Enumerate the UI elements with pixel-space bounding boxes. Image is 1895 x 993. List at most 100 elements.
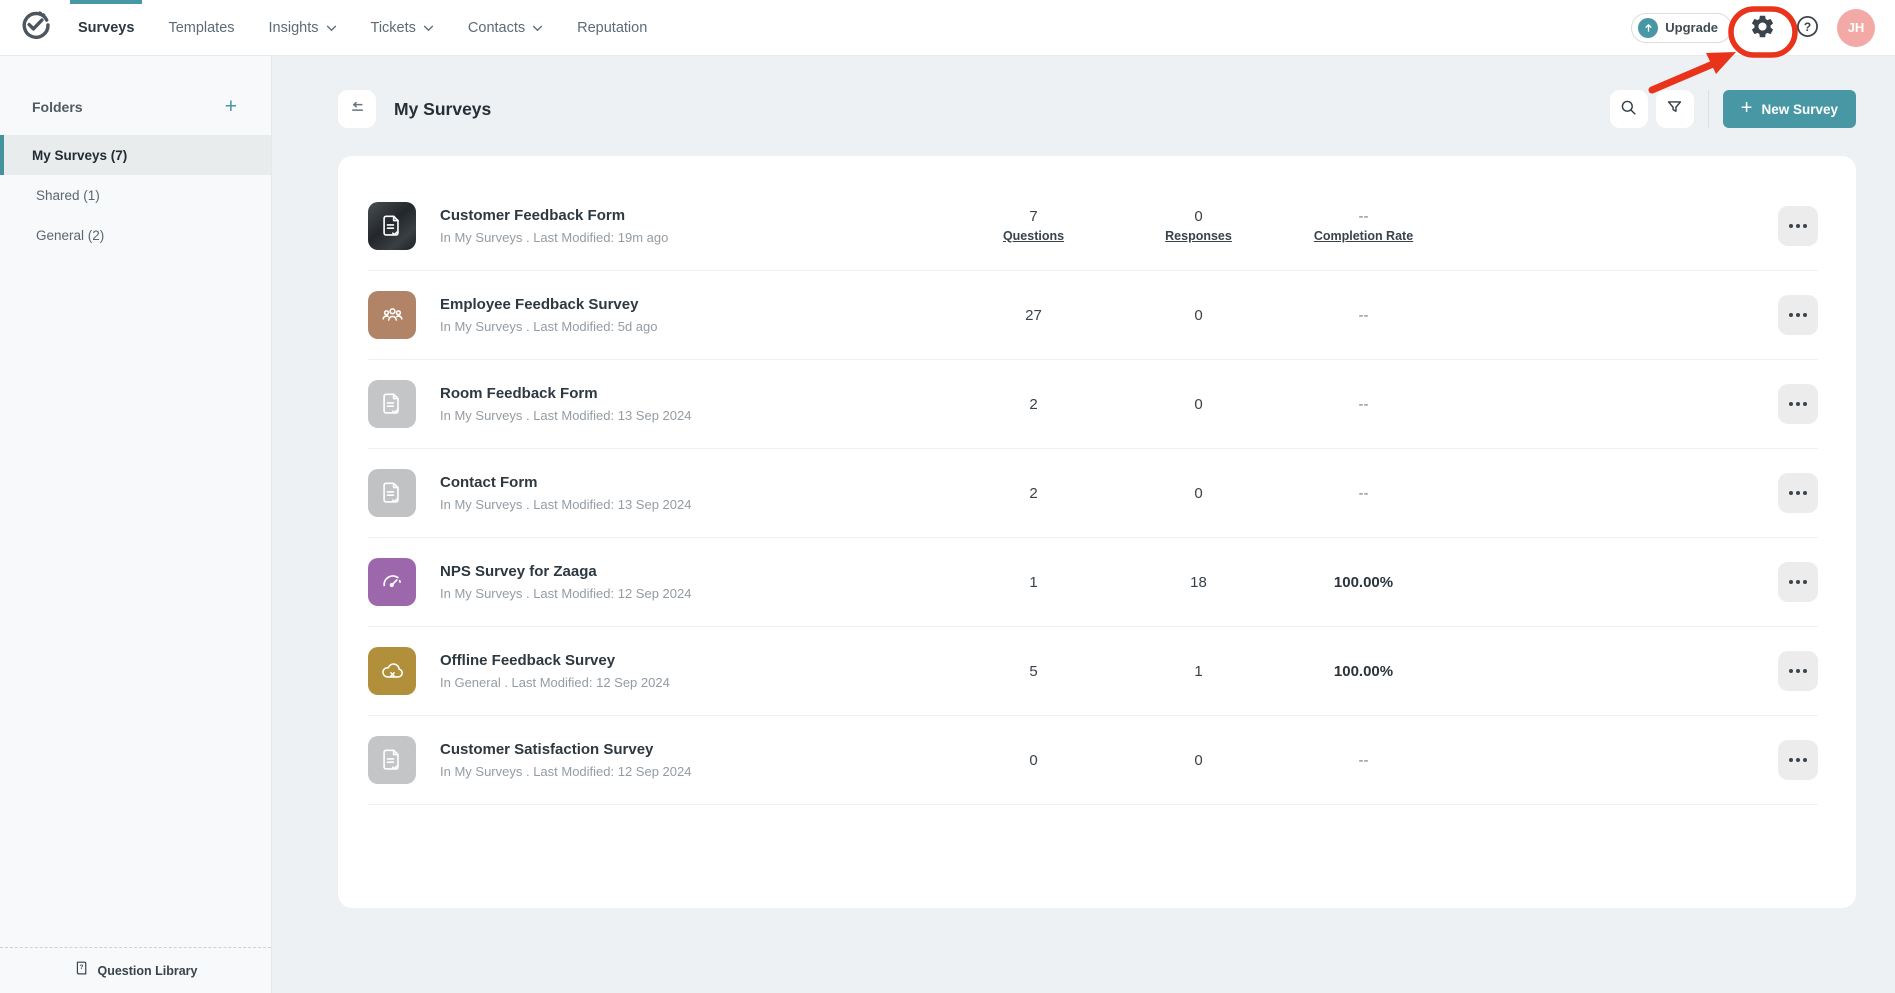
- survey-meta: In My Surveys . Last Modified: 13 Sep 20…: [440, 497, 951, 512]
- survey-thumbnail[interactable]: [368, 558, 416, 606]
- nav-item-label: Templates: [168, 20, 234, 36]
- top-nav: Surveys Templates Insights Tickets Contacts R…: [0, 0, 1895, 56]
- ellipsis-icon: [1803, 758, 1807, 762]
- sidebar-item-my-surveys-7[interactable]: My Surveys (7): [0, 135, 271, 175]
- svg-text:?: ?: [80, 963, 84, 970]
- survey-meta: In My Surveys . Last Modified: 5d ago: [440, 319, 951, 334]
- table-row: Offline Feedback Survey In General . Last…: [368, 627, 1818, 716]
- brand-logo[interactable]: [0, 7, 70, 48]
- filter-button[interactable]: [1656, 90, 1694, 128]
- survey-title[interactable]: Contact Form: [440, 474, 951, 491]
- completion-rate: --: [1281, 307, 1446, 324]
- document-icon: [379, 391, 405, 417]
- ellipsis-icon: [1803, 313, 1807, 317]
- chevron-down-icon: [326, 25, 337, 32]
- sidebar-item-shared-1[interactable]: Shared (1): [0, 175, 271, 215]
- top-nav-items: Surveys Templates Insights Tickets Contacts R…: [76, 0, 649, 56]
- row-menu-button[interactable]: [1778, 651, 1818, 691]
- book-icon: ?: [73, 960, 90, 982]
- responses-label[interactable]: Responses: [1165, 229, 1232, 243]
- row-menu-button[interactable]: [1778, 206, 1818, 246]
- survey-meta: In My Surveys . Last Modified: 19m ago: [440, 230, 951, 245]
- ellipsis-icon: [1796, 580, 1800, 584]
- survey-thumbnail[interactable]: [368, 647, 416, 695]
- nav-item-label: Contacts: [468, 20, 525, 36]
- survey-meta: In My Surveys . Last Modified: 12 Sep 20…: [440, 764, 951, 779]
- nav-item-reputation[interactable]: Reputation: [575, 0, 649, 56]
- ellipsis-icon: [1803, 669, 1807, 673]
- survey-thumbnail[interactable]: [368, 202, 416, 250]
- responses-count: 0: [1116, 307, 1281, 324]
- top-nav-right: Upgrade ? JH: [1631, 9, 1895, 47]
- row-menu-button[interactable]: [1778, 473, 1818, 513]
- completion-rate: --: [1281, 752, 1446, 769]
- ellipsis-icon: [1789, 491, 1793, 495]
- surveys-table: Customer Feedback Form In My Surveys . La…: [338, 156, 1856, 908]
- ellipsis-icon: [1789, 580, 1793, 584]
- row-menu-button[interactable]: [1778, 740, 1818, 780]
- responses-count: 18: [1116, 574, 1281, 591]
- nav-item-surveys[interactable]: Surveys: [76, 0, 136, 56]
- survey-title[interactable]: Room Feedback Form: [440, 385, 951, 402]
- responses-count: 0: [1116, 396, 1281, 413]
- completion-rate: 100.00%: [1281, 574, 1446, 591]
- survey-title[interactable]: Customer Feedback Form: [440, 207, 951, 224]
- folders-title: Folders: [32, 99, 83, 115]
- sidebar-item-general-2[interactable]: General (2): [0, 215, 271, 255]
- help-button[interactable]: ?: [1793, 12, 1822, 44]
- new-survey-button[interactable]: + New Survey: [1723, 90, 1856, 128]
- questions-count: 2: [951, 396, 1116, 413]
- ellipsis-icon: [1796, 669, 1800, 673]
- nav-item-label: Surveys: [78, 20, 134, 36]
- question-mark-icon: ?: [1795, 14, 1820, 42]
- table-row: Customer Feedback Form In My Surveys . La…: [368, 182, 1818, 271]
- survey-thumbnail[interactable]: [368, 736, 416, 784]
- survey-title[interactable]: Offline Feedback Survey: [440, 652, 951, 669]
- question-library-button[interactable]: ? Question Library: [0, 947, 271, 993]
- svg-text:?: ?: [1804, 19, 1811, 33]
- chevron-down-icon: [532, 25, 543, 32]
- survey-meta: In General . Last Modified: 12 Sep 2024: [440, 675, 951, 690]
- nav-item-label: Tickets: [371, 20, 416, 36]
- folders-header: Folders +: [0, 56, 271, 135]
- sidebar: Folders + My Surveys (7)Shared (1)Genera…: [0, 56, 272, 993]
- ellipsis-icon: [1796, 224, 1800, 228]
- ellipsis-icon: [1796, 313, 1800, 317]
- collapse-sidebar-button[interactable]: [338, 90, 376, 128]
- survey-thumbnail[interactable]: [368, 380, 416, 428]
- survey-meta: In My Surveys . Last Modified: 12 Sep 20…: [440, 586, 951, 601]
- gauge-icon: [379, 569, 405, 595]
- responses-count: 0: [1116, 485, 1281, 502]
- nav-item-tickets[interactable]: Tickets: [369, 0, 436, 56]
- ellipsis-icon: [1796, 402, 1800, 406]
- chevron-down-icon: [423, 25, 434, 32]
- user-avatar[interactable]: JH: [1837, 9, 1875, 47]
- upgrade-button[interactable]: Upgrade: [1631, 13, 1732, 43]
- main-content: My Surveys + New Survey Customer Feedbac…: [272, 56, 1895, 993]
- survey-title[interactable]: Customer Satisfaction Survey: [440, 741, 951, 758]
- ellipsis-icon: [1789, 224, 1793, 228]
- completion-label[interactable]: Completion Rate: [1314, 229, 1413, 243]
- ellipsis-icon: [1803, 224, 1807, 228]
- nav-item-templates[interactable]: Templates: [166, 0, 236, 56]
- search-button[interactable]: [1610, 90, 1648, 128]
- questions-count: 27: [951, 307, 1116, 324]
- completion-rate: 100.00%: [1281, 663, 1446, 680]
- nav-item-insights[interactable]: Insights: [267, 0, 339, 56]
- survey-title[interactable]: Employee Feedback Survey: [440, 296, 951, 313]
- ellipsis-icon: [1789, 758, 1793, 762]
- table-row: Contact Form In My Surveys . Last Modifie…: [368, 449, 1818, 538]
- settings-button[interactable]: [1747, 11, 1778, 45]
- questions-count: 5: [951, 663, 1116, 680]
- row-menu-button[interactable]: [1778, 562, 1818, 602]
- row-menu-button[interactable]: [1778, 295, 1818, 335]
- new-survey-label: New Survey: [1761, 102, 1838, 117]
- survey-title[interactable]: NPS Survey for Zaaga: [440, 563, 951, 580]
- document-icon: [379, 747, 405, 773]
- questions-label[interactable]: Questions: [1003, 229, 1064, 243]
- nav-item-contacts[interactable]: Contacts: [466, 0, 545, 56]
- row-menu-button[interactable]: [1778, 384, 1818, 424]
- add-folder-button[interactable]: +: [225, 96, 237, 117]
- survey-thumbnail[interactable]: [368, 469, 416, 517]
- survey-thumbnail[interactable]: [368, 291, 416, 339]
